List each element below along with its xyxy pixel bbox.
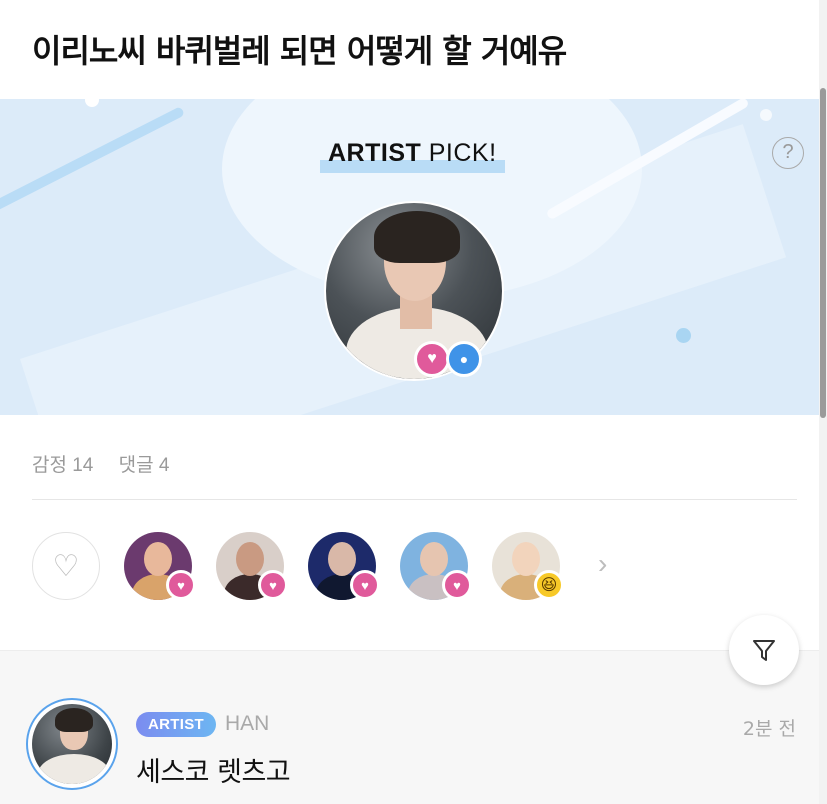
heart-icon: ♥ (258, 570, 288, 600)
artist-tag: ARTIST (136, 712, 216, 737)
comment-time: 2분 전 (742, 718, 796, 740)
filter-icon (753, 640, 775, 661)
comment-text: 세스코 렛츠고 (136, 757, 291, 788)
scrollbar-thumb[interactable] (820, 88, 826, 418)
heart-icon: ♥ (166, 570, 196, 600)
post-stats: 감정 14 댓글 4 (32, 450, 189, 477)
banner-decoration (85, 99, 99, 107)
banner-decoration (760, 109, 772, 121)
like-button[interactable]: ♡ (32, 532, 100, 600)
divider (32, 499, 797, 500)
laugh-emoji-icon: 😆 (534, 570, 564, 600)
artist-pick-strong: ARTIST (328, 139, 422, 167)
comment-author[interactable]: HAN (225, 712, 269, 736)
artist-pick-rest: PICK! (421, 139, 497, 167)
artist-pick-label: ARTIST PICK! (320, 139, 505, 173)
comment-count[interactable]: 댓글 4 (119, 455, 170, 476)
heart-outline-icon: ♡ (52, 549, 80, 583)
post-title: 이리노씨 바퀴벌레 되면 어떻게 할 거예유 (32, 32, 567, 70)
scrollbar[interactable] (819, 0, 827, 804)
filter-button[interactable] (729, 615, 799, 685)
commenter-avatar[interactable] (26, 698, 118, 790)
chat-bubble-icon: ● (446, 341, 482, 377)
artist-pick-banner: ARTIST PICK! ? ♥ ● (0, 99, 819, 415)
comment-section (0, 650, 819, 804)
reaction-count[interactable]: 감정 14 (32, 455, 93, 476)
banner-decoration (0, 106, 186, 229)
heart-icon: ♥ (414, 341, 450, 377)
question-circle-icon[interactable]: ? (772, 137, 804, 169)
heart-icon: ♥ (350, 570, 380, 600)
chevron-right-icon[interactable]: › (598, 548, 607, 580)
heart-icon: ♥ (442, 570, 472, 600)
banner-decoration (676, 328, 691, 343)
